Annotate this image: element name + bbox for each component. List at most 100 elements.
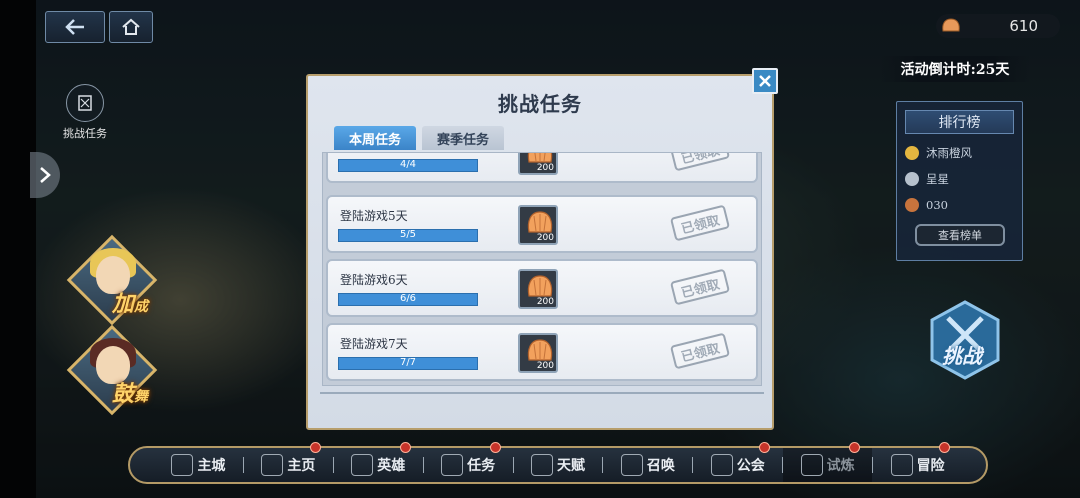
back-arrow-icon xyxy=(65,19,84,35)
adventure-icon xyxy=(890,454,913,476)
nav-label: 任务 xyxy=(467,458,496,474)
task-list[interactable]: 4/4 200 已领取 登陆游戏5天 5/5 200 已领取 登陆游戏6天 6/… xyxy=(322,152,762,386)
notification-dot xyxy=(759,442,771,453)
nav-label: 公会 xyxy=(736,458,765,474)
task-row: 登陆游戏7天 7/7 200 已领取 xyxy=(326,323,758,381)
nav-talent[interactable]: 天赋 xyxy=(514,448,603,482)
notification-dot xyxy=(939,442,951,453)
ranking-player-name: 呈星 xyxy=(926,172,949,186)
ranking-panel: 排行榜 沐雨橙风 呈星 030 查看榜单 xyxy=(896,101,1023,261)
nav-summon[interactable]: 召唤 xyxy=(603,448,692,482)
home-button[interactable] xyxy=(109,11,153,43)
task-progress-bar: 5/5 xyxy=(338,229,478,242)
gold-medal-icon xyxy=(905,146,919,160)
back-button[interactable] xyxy=(45,11,105,43)
ranking-row: 呈星 xyxy=(897,166,1022,192)
trial-icon xyxy=(800,454,823,476)
challenge-button-label: 挑战 xyxy=(942,344,982,368)
helmet-icon xyxy=(351,454,374,476)
shell-currency-icon xyxy=(942,18,960,32)
game-scene: 610 活动倒计时:25天 挑战任务 加成 鼓舞 排行榜 沐雨橙风 呈星 030… xyxy=(0,0,1080,498)
reward-quantity: 200 xyxy=(536,297,554,307)
reward-item[interactable]: 200 xyxy=(518,269,558,309)
shell-currency-amount: 610 xyxy=(1009,17,1038,35)
task-progress-text: 7/7 xyxy=(399,357,417,368)
notification-dot xyxy=(309,442,321,453)
claimed-stamp: 已领取 xyxy=(669,268,731,306)
bronze-medal-icon xyxy=(905,198,919,212)
nav-tasks[interactable]: 任务 xyxy=(424,442,513,482)
challenge-task-entry[interactable]: 挑战任务 xyxy=(60,84,110,141)
reward-item[interactable]: 200 xyxy=(518,205,558,245)
task-scroll-icon xyxy=(66,84,104,122)
event-countdown: 活动倒计时:25天 xyxy=(880,56,1030,82)
nav-label: 冒险 xyxy=(916,458,945,474)
chevron-right-icon xyxy=(40,167,51,183)
task-list-icon xyxy=(441,454,464,476)
nav-label: 试炼 xyxy=(826,458,855,474)
nav-label: 召唤 xyxy=(646,458,675,474)
dialog-title: 挑战任务 xyxy=(498,92,582,116)
task-progress-text: 5/5 xyxy=(399,229,417,240)
nav-guild[interactable]: 公会 xyxy=(693,442,782,482)
claimed-stamp: 已领取 xyxy=(669,153,731,172)
reward-quantity: 200 xyxy=(536,163,554,173)
ranking-title: 排行榜 xyxy=(905,110,1014,134)
task-progress-bar: 4/4 xyxy=(338,159,478,172)
task-name: 登陆游戏6天 xyxy=(340,273,408,287)
ranking-row: 沐雨橙风 xyxy=(897,140,1022,166)
nav-label: 主城 xyxy=(197,458,226,474)
task-progress-bar: 7/7 xyxy=(338,357,478,370)
nav-main-city[interactable]: 主城 xyxy=(154,448,243,482)
notification-dot xyxy=(489,442,501,453)
challenge-button[interactable]: 挑战 xyxy=(930,300,1000,380)
close-icon xyxy=(759,75,771,87)
claimed-stamp: 已领取 xyxy=(669,204,731,242)
task-row: 4/4 200 已领取 xyxy=(326,153,758,183)
challenge-task-entry-label: 挑战任务 xyxy=(63,127,107,140)
nav-home[interactable]: 主页 xyxy=(244,442,333,482)
reward-item[interactable]: 200 xyxy=(518,333,558,373)
view-ranking-button[interactable]: 查看榜单 xyxy=(915,224,1005,246)
task-row: 登陆游戏6天 6/6 200 已领取 xyxy=(326,259,758,317)
reward-quantity: 200 xyxy=(536,233,554,243)
close-button[interactable] xyxy=(752,68,778,94)
hero-inspire-badge[interactable]: 鼓舞 xyxy=(66,324,160,418)
nav-label: 主页 xyxy=(287,458,316,474)
hero-bonus-tag: 加成 xyxy=(112,291,149,317)
notification-dot xyxy=(849,442,861,453)
nav-label: 天赋 xyxy=(557,458,585,474)
notification-dot xyxy=(399,442,411,453)
task-name: 登陆游戏5天 xyxy=(340,209,408,223)
guild-icon xyxy=(710,454,733,476)
hero-bonus-badge[interactable]: 加成 xyxy=(66,234,160,328)
reward-quantity: 200 xyxy=(536,361,554,371)
task-tabs: 本周任务 赛季任务 xyxy=(334,126,504,150)
task-name: 登陆游戏7天 xyxy=(340,337,408,351)
bottom-navigation: 主城 主页 英雄 任务 天赋 召唤 公会 试炼 冒险 xyxy=(128,442,988,484)
ranking-row: 030 xyxy=(897,192,1022,218)
nav-heroes[interactable]: 英雄 xyxy=(334,442,423,482)
nav-trial[interactable]: 试炼 xyxy=(783,442,873,482)
nav-adventure[interactable]: 冒险 xyxy=(873,442,962,482)
task-progress-bar: 6/6 xyxy=(338,293,478,306)
tab-weekly-tasks[interactable]: 本周任务 xyxy=(334,126,416,150)
castle-icon xyxy=(171,454,194,476)
challenge-task-dialog: 挑战任务 本周任务 赛季任务 4/4 200 已领取 登陆游戏5天 5/5 20… xyxy=(306,74,774,430)
list-bottom-divider xyxy=(320,392,764,394)
summon-icon xyxy=(620,454,643,476)
task-progress-text: 6/6 xyxy=(399,293,417,304)
claimed-stamp: 已领取 xyxy=(669,332,731,370)
reward-item[interactable]: 200 xyxy=(518,153,558,175)
home-icon xyxy=(122,18,140,35)
ranking-player-name: 沐雨橙风 xyxy=(926,146,972,160)
shell-currency: 610 xyxy=(936,14,1060,38)
task-progress-text: 4/4 xyxy=(399,159,417,170)
hero-inspire-tag: 鼓舞 xyxy=(112,381,149,407)
silver-medal-icon xyxy=(905,172,919,186)
home-page-icon xyxy=(261,454,284,476)
talent-icon xyxy=(531,454,553,476)
ranking-player-name: 030 xyxy=(926,198,948,212)
nav-label: 英雄 xyxy=(377,458,406,474)
tab-season-tasks[interactable]: 赛季任务 xyxy=(422,126,504,150)
